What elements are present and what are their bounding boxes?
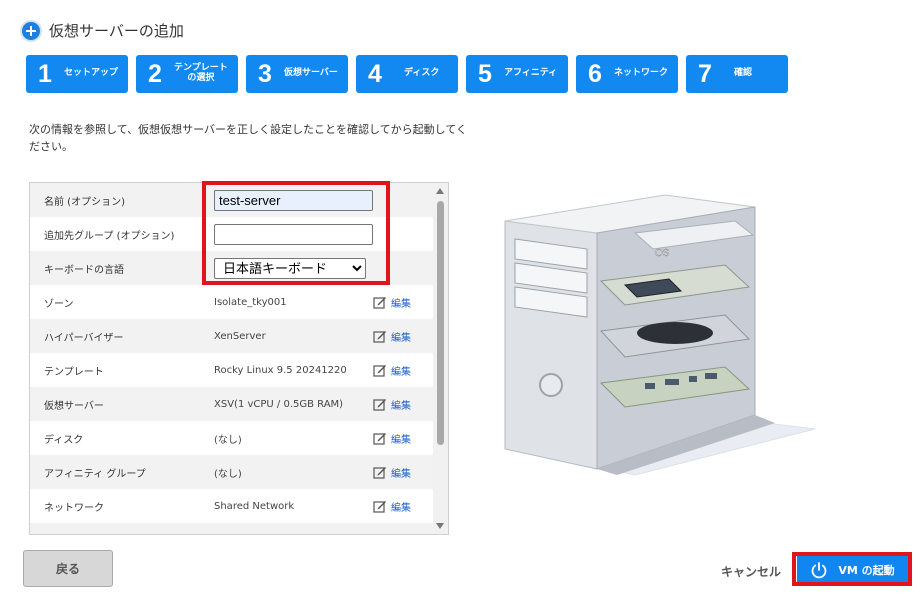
edit-icon: [373, 399, 386, 411]
edit-link-zone[interactable]: 編集: [373, 295, 411, 310]
step-network[interactable]: 6 ネットワーク: [576, 55, 678, 93]
keyboard-label: キーボードの言語: [44, 264, 124, 276]
launch-label: VM の起動: [838, 563, 895, 577]
step-confirm[interactable]: 7 確認: [686, 55, 788, 93]
edit-link-virtual-server[interactable]: 編集: [373, 397, 411, 412]
summary-label: テンプレート: [44, 366, 104, 378]
summary-value: Isolate_tky001: [214, 296, 287, 308]
summary-value: Rocky Linux 9.5 20241220: [214, 364, 347, 376]
step-number: 7: [698, 59, 712, 88]
edit-link-template[interactable]: 編集: [373, 363, 411, 378]
edit-label: 編集: [391, 468, 411, 480]
step-affinity[interactable]: 5 アフィニティ: [466, 55, 568, 93]
page-header: 仮想サーバーの追加: [22, 20, 184, 41]
scroll-up-icon[interactable]: [436, 188, 444, 194]
summary-value: XSV(1 vCPU / 0.5GB RAM): [214, 398, 344, 410]
edit-label: 編集: [391, 332, 411, 344]
keyboard-row: キーボードの言語 日本語キーボード: [30, 251, 434, 285]
group-input[interactable]: [214, 224, 373, 245]
summary-label: ディスク: [44, 434, 84, 446]
edit-label: 編集: [391, 298, 411, 310]
hdd-disk: [637, 322, 713, 344]
summary-value: XenServer: [214, 330, 266, 342]
keyboard-select[interactable]: 日本語キーボード: [214, 258, 366, 279]
summary-row-hypervisor: ハイパーバイザー XenServer 編集: [30, 319, 434, 353]
edit-link-network[interactable]: 編集: [373, 499, 411, 514]
intro-text: 次の情報を参照して、仮想仮想サーバーを正しく設定したことを確認してから起動してく…: [29, 123, 468, 153]
summary-value: Shared Network: [214, 500, 295, 512]
edit-icon: [373, 297, 386, 309]
step-number: 1: [38, 59, 52, 88]
server-illustration: OS: [504, 194, 816, 476]
summary-row-zone: ゾーン Isolate_tky001 編集: [30, 285, 434, 319]
name-input[interactable]: [214, 190, 373, 211]
edit-label: 編集: [391, 366, 411, 378]
step-label-line2: の選択: [187, 73, 215, 83]
step-label: ネットワーク: [614, 68, 669, 79]
panel-scrollbar[interactable]: [433, 183, 448, 534]
summary-label: ネットワーク: [44, 502, 104, 514]
name-label: 名前 (オプション): [44, 196, 125, 208]
edit-link-hypervisor[interactable]: 編集: [373, 329, 411, 344]
scroll-down-icon[interactable]: [436, 523, 444, 529]
step-number: 3: [258, 59, 272, 88]
edit-icon: [373, 365, 386, 377]
step-number: 2: [148, 59, 162, 88]
summary-label: アフィニティ グループ: [44, 468, 146, 480]
drive-bays: [514, 238, 588, 318]
summary-value: (なし): [214, 434, 242, 446]
summary-label: 仮想サーバー: [44, 400, 104, 412]
group-label: 追加先グループ (オプション): [44, 230, 175, 242]
step-setup[interactable]: 1 セットアップ: [26, 55, 128, 93]
summary-row-disk: ディスク (なし) 編集: [30, 421, 434, 455]
scroll-thumb[interactable]: [437, 201, 444, 445]
step-number: 6: [588, 59, 602, 88]
name-row: 名前 (オプション): [30, 183, 434, 217]
power-button-graphic: [539, 373, 563, 397]
step-disk[interactable]: 4 ディスク: [356, 55, 458, 93]
edit-icon: [373, 467, 386, 479]
step-number: 5: [478, 59, 492, 88]
step-template[interactable]: 2 テンプレート の選択: [136, 55, 238, 93]
group-row: 追加先グループ (オプション): [30, 217, 434, 251]
edit-label: 編集: [391, 400, 411, 412]
wizard-steps: 1 セットアップ 2 テンプレート の選択 3 仮想サーバー 4 ディスク 5 ア…: [26, 55, 788, 93]
os-label: OS: [655, 248, 670, 259]
step-label: アフィニティ: [504, 68, 558, 79]
summary-label: ハイパーバイザー: [44, 332, 124, 344]
step-label: 仮想サーバー: [284, 68, 338, 79]
step-label: 確認: [734, 68, 753, 79]
step-label: テンプレート の選択: [174, 63, 228, 84]
step-label: セットアップ: [64, 68, 119, 79]
step-label-line1: テンプレート: [174, 63, 228, 74]
summary-row-affinity: アフィニティ グループ (なし) 編集: [30, 455, 434, 489]
edit-label: 編集: [391, 502, 411, 514]
summary-label: ゾーン: [44, 298, 74, 310]
summary-value: (なし): [214, 468, 242, 480]
summary-row-template: テンプレート Rocky Linux 9.5 20241220 編集: [30, 353, 434, 387]
summary-row-partial: [30, 523, 434, 534]
edit-icon: [373, 433, 386, 445]
launch-vm-button[interactable]: VM の起動: [797, 556, 908, 583]
summary-row-network: ネットワーク Shared Network 編集: [30, 489, 434, 523]
step-label: ディスク: [404, 68, 440, 79]
plus-circle-icon: [22, 21, 40, 40]
power-icon: [811, 561, 827, 578]
step-number: 4: [368, 59, 382, 88]
edit-icon: [373, 501, 386, 513]
review-panel: 名前 (オプション) 追加先グループ (オプション) キーボードの言語 日本語キ…: [29, 182, 449, 535]
summary-row-virtual-server: 仮想サーバー XSV(1 vCPU / 0.5GB RAM) 編集: [30, 387, 434, 421]
edit-link-disk[interactable]: 編集: [373, 431, 411, 446]
back-button[interactable]: 戻る: [23, 550, 113, 587]
cancel-button[interactable]: キャンセル: [721, 563, 781, 580]
edit-link-affinity[interactable]: 編集: [373, 465, 411, 480]
edit-icon: [373, 331, 386, 343]
edit-label: 編集: [391, 434, 411, 446]
page-title: 仮想サーバーの追加: [49, 22, 184, 40]
step-virtual-server[interactable]: 3 仮想サーバー: [246, 55, 348, 93]
